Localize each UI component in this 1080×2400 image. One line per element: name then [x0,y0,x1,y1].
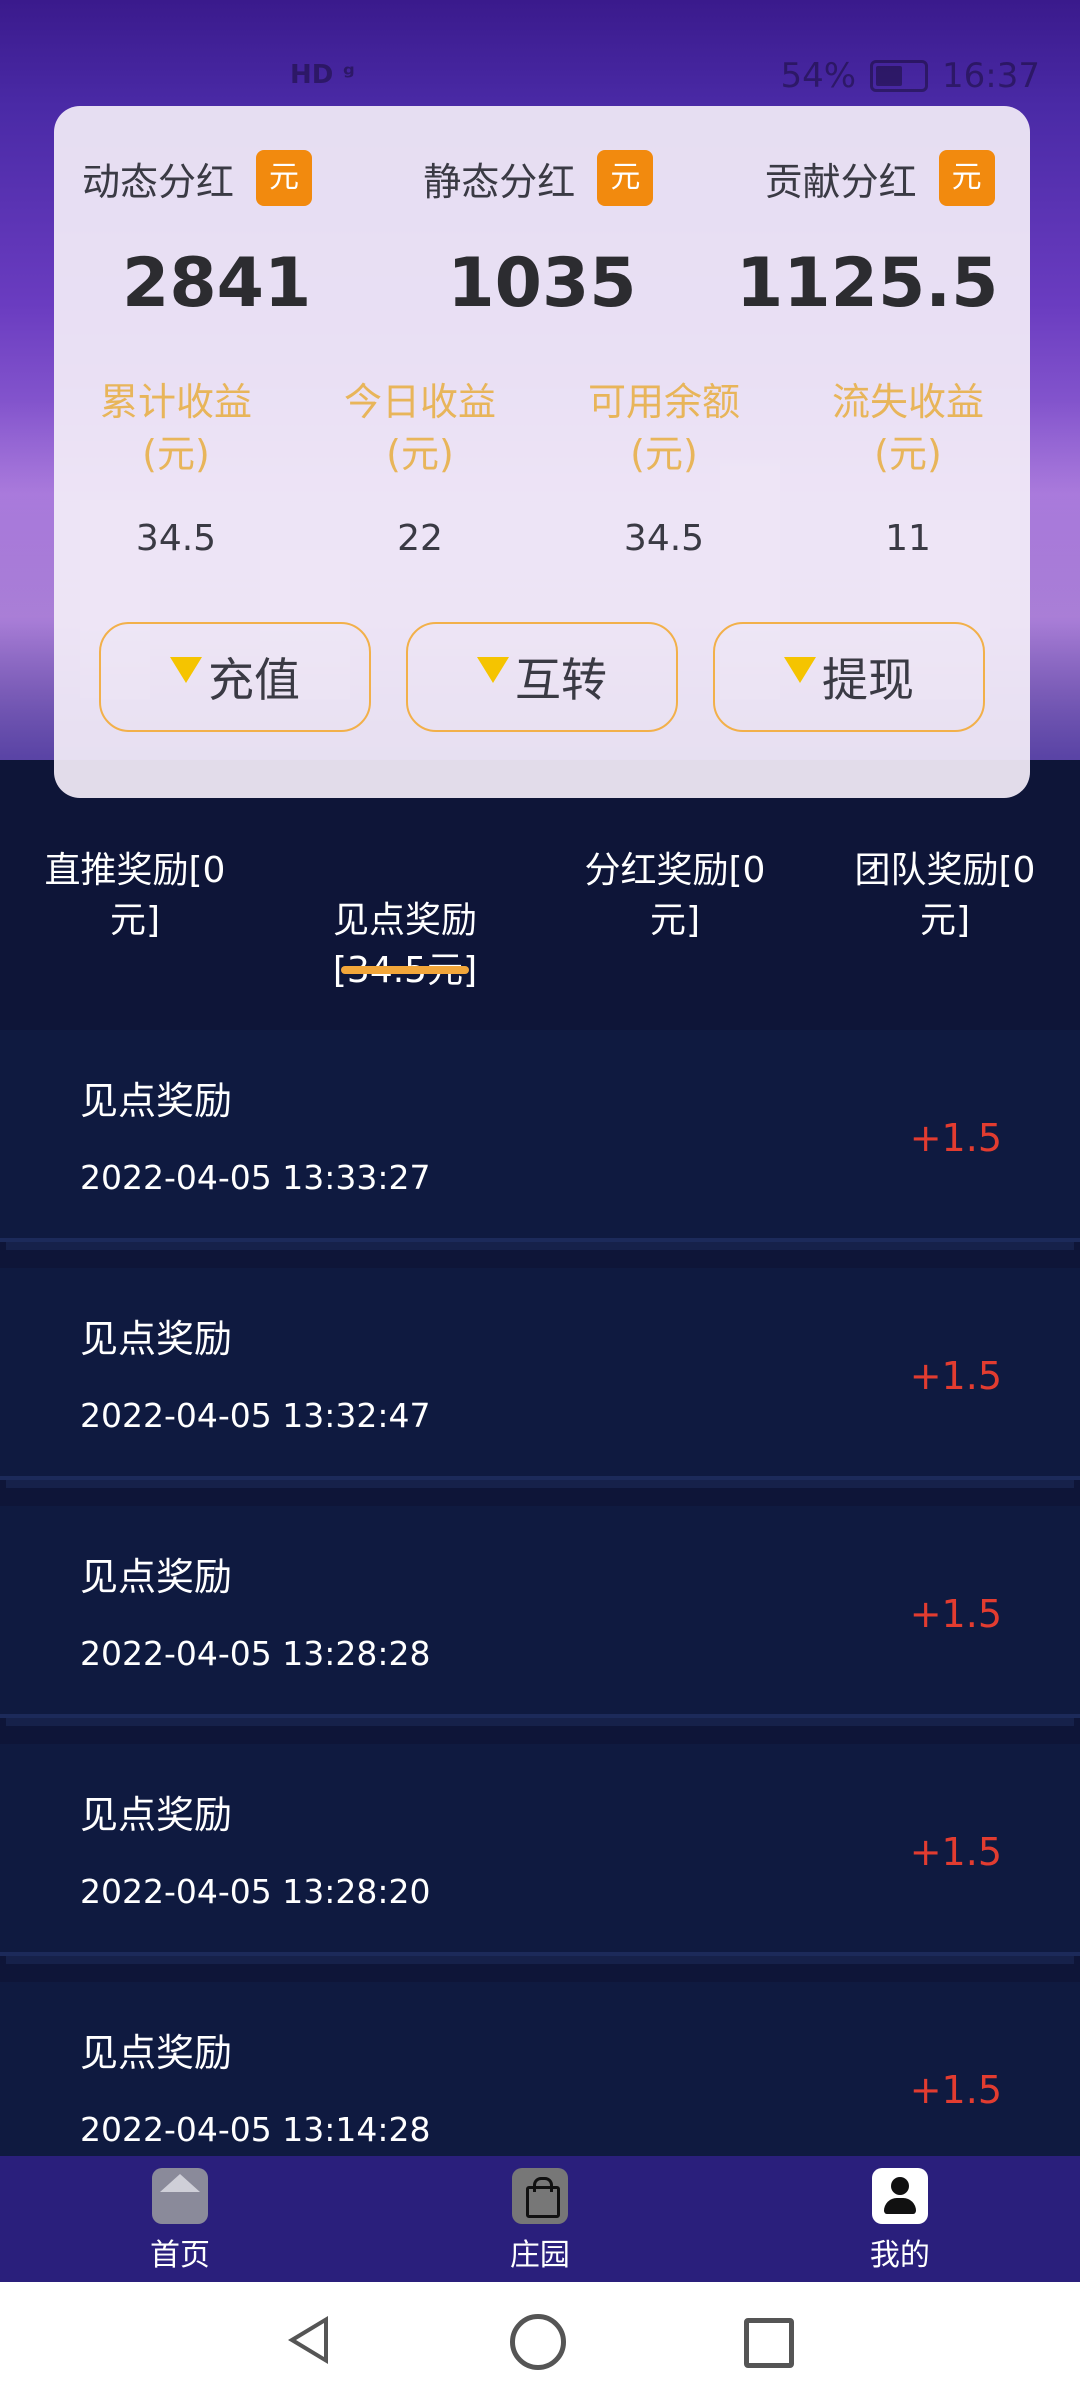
record-time: 2022-04-05 13:33:27 [80,1158,431,1197]
home-circle-icon[interactable] [510,2314,566,2370]
stat-value: 34.5 [135,518,217,559]
summary-label: 动态分红 [82,159,235,204]
withdraw-button[interactable]: 提现 [713,622,985,732]
tab-team-reward[interactable]: 团队奖励[0 元] [810,846,1080,1046]
yuan-badge: 元 [256,150,313,206]
tab-direct-reward[interactable]: 直推奖励[0 元] [0,846,270,1046]
button-label: 提现 [822,653,914,707]
nav-mine[interactable]: 我的 [720,2156,1080,2282]
stat-label: 可用余额 (元) [587,380,740,476]
stat-value: 22 [397,518,443,559]
nav-estate[interactable]: 庄园 [360,2156,720,2282]
transfer-button[interactable]: 互转 [406,622,678,732]
stat-label: 今日收益 (元) [343,380,496,476]
record-title: 见点奖励 [80,1079,233,1123]
recharge-button[interactable]: 充值 [99,622,371,732]
stat-today: 今日收益 (元) 22 [298,376,542,559]
record-title: 见点奖励 [80,1317,233,1361]
list-item[interactable]: 见点奖励 2022-04-05 13:28:20 +1.5 [0,1744,1080,1956]
summary-static: 静态分红 元 1035 [379,150,704,323]
system-navigation-bar [0,2282,1080,2400]
record-amount: +1.5 [909,1354,1002,1398]
recent-apps-icon[interactable] [744,2318,794,2368]
record-time: 2022-04-05 13:28:28 [80,1634,431,1673]
button-label: 互转 [515,653,607,707]
stat-label: 流失收益 (元) [831,380,984,476]
stat-available: 可用余额 (元) 34.5 [542,376,786,559]
clock: 16:37 [942,56,1040,96]
record-time: 2022-04-05 13:14:28 [80,2110,431,2149]
list-item[interactable]: 见点奖励 2022-04-05 13:32:47 +1.5 [0,1268,1080,1480]
stat-lost: 流失收益 (元) 11 [786,376,1030,559]
record-time: 2022-04-05 13:28:20 [80,1872,431,1911]
battery-icon [870,60,929,92]
summary-contribution: 贡献分红 元 1125.5 [705,150,1030,323]
nav-home[interactable]: 首页 [0,2156,360,2282]
back-icon[interactable] [282,2310,342,2370]
record-time: 2022-04-05 13:32:47 [80,1396,431,1435]
active-tab-indicator [341,966,469,974]
stat-label: 累计收益 (元) [99,380,252,476]
stat-total: 累计收益 (元) 34.5 [54,376,298,559]
profile-icon [871,2168,928,2224]
triangle-down-icon [784,657,816,683]
reward-tabs: 直推奖励[0 元] 见点奖励 [34.5元] 分红奖励[0 元] 团队奖励[0 … [0,846,1080,1046]
record-amount: +1.5 [909,1592,1002,1636]
battery-percent: 54% [780,56,857,96]
yuan-badge: 元 [938,150,995,206]
summary-label: 静态分红 [423,159,576,204]
income-stats: 累计收益 (元) 34.5 今日收益 (元) 22 可用余额 (元) 34.5 … [54,376,1030,559]
earnings-card: 动态分红 元 2841 静态分红 元 1035 贡献分红 元 1125.5 累计… [54,106,1030,798]
record-title: 见点奖励 [80,2031,233,2075]
stat-value: 11 [885,518,931,559]
status-signal: HD ᵍ [290,60,355,90]
record-amount: +1.5 [909,2068,1002,2112]
reward-record-list: 见点奖励 2022-04-05 13:33:27 +1.5 见点奖励 2022-… [0,1030,1080,2220]
triangle-down-icon [170,657,202,683]
nav-label: 庄园 [509,2238,570,2273]
record-amount: +1.5 [909,1116,1002,1160]
tab-dividend-reward[interactable]: 分红奖励[0 元] [540,846,810,1046]
summary-value: 2841 [122,244,312,323]
shopping-bag-icon [511,2168,568,2224]
action-buttons: 充值 互转 提现 [99,622,985,732]
nav-label: 我的 [869,2238,930,2273]
list-item[interactable]: 见点奖励 2022-04-05 13:28:28 +1.5 [0,1506,1080,1718]
record-title: 见点奖励 [80,1555,233,1599]
bottom-navigation: 首页 庄园 我的 [0,2156,1080,2282]
record-amount: +1.5 [909,1830,1002,1874]
summary-dynamic: 动态分红 元 2841 [54,150,379,323]
summary-value: 1125.5 [736,244,999,323]
list-item[interactable]: 见点奖励 2022-04-05 13:33:27 +1.5 [0,1030,1080,1242]
summary-value: 1035 [447,244,637,323]
summary-label: 贡献分红 [764,159,917,204]
tab-point-reward[interactable]: 见点奖励 [34.5元] [270,846,540,1046]
yuan-badge: 元 [597,150,654,206]
triangle-down-icon [477,657,509,683]
nav-label: 首页 [149,2238,210,2273]
button-label: 充值 [208,653,300,707]
dividend-summary: 动态分红 元 2841 静态分红 元 1035 贡献分红 元 1125.5 [54,150,1030,323]
record-title: 见点奖励 [80,1793,233,1837]
home-icon [151,2168,208,2224]
stat-value: 34.5 [623,518,705,559]
tab-label: 见点奖励 [34.5元] [332,900,477,991]
